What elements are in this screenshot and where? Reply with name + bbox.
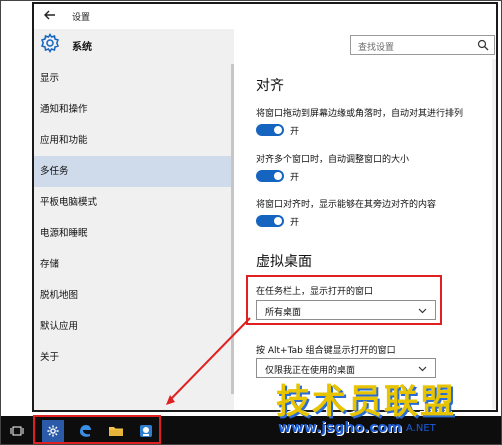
search-placeholder: 查找设置 [358, 43, 395, 53]
snap-option-3-toggle-row[interactable]: 开 [256, 214, 299, 228]
chevron-down-icon [418, 366, 427, 372]
sidebar-item-apps[interactable]: 应用和功能 [34, 125, 234, 156]
sidebar-item-tablet-mode[interactable]: 平板电脑模式 [34, 187, 234, 218]
settings-window: 设置 系统 显示 通知和操作 应用和功能 多任务 平板电脑模式 电源和睡眠 存储… [32, 2, 498, 412]
snap-option-1-toggle[interactable] [256, 124, 284, 136]
snap-option-2-state: 开 [290, 172, 300, 183]
annotation-highlight-dropdown [246, 275, 442, 325]
snap-option-2-desc: 对齐多个窗口时，自动调整窗口的大小 [256, 155, 410, 165]
snap-option-1-toggle-row[interactable]: 开 [256, 123, 299, 137]
sidebar-nav: 显示 通知和操作 应用和功能 多任务 平板电脑模式 电源和睡眠 存储 脱机地图 … [34, 63, 234, 373]
virtual-desktops-heading: 虚拟桌面 [256, 254, 312, 270]
snap-option-1-desc: 将窗口拖动到屏幕边缘或角落时，自动对其进行排列 [256, 109, 464, 119]
snap-option-3-state: 开 [290, 217, 300, 228]
snap-heading: 对齐 [256, 78, 284, 94]
app-header: 系统 [34, 29, 234, 63]
sidebar-item-about[interactable]: 关于 [34, 342, 234, 373]
gear-icon [41, 33, 59, 53]
title-bar: 设置 [34, 4, 496, 29]
task-view-button[interactable] [6, 420, 28, 442]
content-scrollbar[interactable] [492, 59, 496, 409]
task-view-icon [10, 426, 24, 436]
snap-option-2-toggle-row[interactable]: 开 [256, 169, 299, 183]
sidebar-item-default-apps[interactable]: 默认应用 [34, 311, 234, 342]
alttab-windows-label: 按 Alt+Tab 组合键显示打开的窗口 [256, 346, 396, 356]
snap-option-3-desc: 将窗口对齐时，显示能够在其旁边对齐的内容 [256, 200, 437, 210]
sidebar-item-notifications[interactable]: 通知和操作 [34, 94, 234, 125]
snap-option-1-state: 开 [290, 126, 300, 137]
alttab-windows-value: 仅限我正在使用的桌面 [265, 366, 356, 376]
sidebar-item-storage[interactable]: 存储 [34, 249, 234, 280]
back-arrow-icon [44, 10, 55, 20]
search-input[interactable]: 查找设置 [350, 35, 495, 55]
sidebar-item-offline-maps[interactable]: 脱机地图 [34, 280, 234, 311]
sidebar: 系统 显示 通知和操作 应用和功能 多任务 平板电脑模式 电源和睡眠 存储 脱机… [34, 29, 234, 410]
sidebar-item-display[interactable]: 显示 [34, 63, 234, 94]
app-name: 系统 [72, 42, 92, 53]
annotation-highlight-taskbar [33, 415, 161, 444]
sidebar-item-multitasking[interactable]: 多任务 [34, 156, 234, 187]
sidebar-item-power-sleep[interactable]: 电源和睡眠 [34, 218, 234, 249]
snap-option-3-toggle[interactable] [256, 215, 284, 227]
window-title: 设置 [72, 13, 91, 23]
snap-option-2-toggle[interactable] [256, 170, 284, 182]
back-button[interactable] [42, 7, 58, 23]
content-pane: 对齐 将窗口拖动到屏幕边缘或角落时，自动对其进行排列 开 对齐多个窗口时，自动调… [234, 59, 496, 409]
alttab-windows-dropdown[interactable]: 仅限我正在使用的桌面 [256, 358, 436, 378]
search-icon[interactable] [477, 39, 489, 51]
